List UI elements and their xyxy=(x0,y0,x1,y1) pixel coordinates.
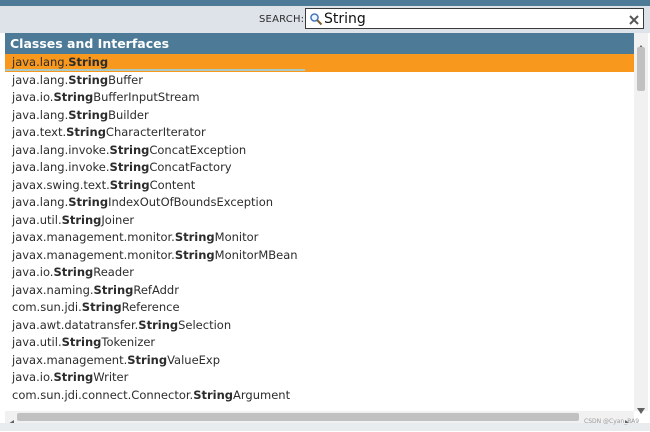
result-suffix: ConcatException xyxy=(149,142,247,157)
result-item[interactable]: java.util.StringTokenizer xyxy=(5,334,634,352)
result-prefix: java.util. xyxy=(12,212,62,227)
result-prefix: javax.management. xyxy=(12,352,128,367)
result-prefix: java.text. xyxy=(12,125,67,139)
result-match: String xyxy=(68,195,109,209)
result-match: String xyxy=(93,282,134,297)
result-prefix: javax.naming. xyxy=(12,282,94,297)
result-prefix: java.awt.datatransfer. xyxy=(12,317,139,332)
result-prefix: java.lang. xyxy=(12,55,69,69)
search-bar: SEARCH: xyxy=(0,6,650,33)
result-item[interactable]: javax.management.monitor.StringMonitorMB… xyxy=(5,247,634,265)
watermark: CSDN @Cyan_RA9 xyxy=(584,418,640,425)
vertical-scroll-thumb[interactable] xyxy=(637,47,645,91)
result-match: String xyxy=(53,265,94,279)
result-match: String xyxy=(109,177,150,192)
result-item[interactable]: javax.management.monitor.StringMonitor xyxy=(5,229,634,247)
category-header: Classes and Interfaces xyxy=(5,33,634,54)
result-suffix: ValueExp xyxy=(167,352,221,367)
result-match: String xyxy=(81,300,122,314)
result-prefix: java.io. xyxy=(12,370,54,384)
result-item[interactable]: java.text.StringCharacterIterator xyxy=(5,124,634,142)
bottom-strip xyxy=(0,423,650,431)
search-box[interactable] xyxy=(305,8,644,29)
result-match: String xyxy=(193,387,234,402)
result-suffix: Selection xyxy=(178,317,232,332)
result-item[interactable]: com.sun.jdi.StringReference xyxy=(5,299,634,317)
result-prefix: javax.management.monitor. xyxy=(12,247,175,262)
clear-icon[interactable] xyxy=(627,12,641,26)
result-suffix: CharacterIterator xyxy=(105,125,206,139)
result-suffix: BufferInputStream xyxy=(93,90,200,104)
result-match: String xyxy=(66,125,106,139)
result-item[interactable]: javax.naming.StringRefAddr xyxy=(5,282,634,300)
result-item[interactable]: javax.management.StringValueExp xyxy=(5,352,634,370)
result-suffix: Writer xyxy=(93,370,129,384)
result-suffix: Tokenizer xyxy=(101,335,156,349)
selection-underline xyxy=(5,69,305,71)
result-match: String xyxy=(68,72,109,87)
result-match: String xyxy=(68,55,109,69)
search-input[interactable] xyxy=(324,10,614,27)
result-suffix: RefAddr xyxy=(133,282,179,297)
result-suffix: Monitor xyxy=(214,230,259,244)
result-item[interactable]: java.lang.StringBuilder xyxy=(5,107,634,125)
result-match: String xyxy=(174,247,215,262)
result-suffix: Argument xyxy=(233,387,291,402)
result-suffix: ConcatFactory xyxy=(149,160,232,174)
result-item[interactable]: com.sun.jdi.connect.Connector.StringArgu… xyxy=(5,387,634,405)
result-suffix: Buffer xyxy=(108,72,143,87)
result-prefix: java.lang. xyxy=(12,195,69,209)
result-prefix: javax.management.monitor. xyxy=(12,230,175,244)
result-match: String xyxy=(61,212,102,227)
result-suffix: IndexOutOfBoundsException xyxy=(108,195,274,209)
result-item[interactable]: java.lang.StringIndexOutOfBoundsExceptio… xyxy=(5,194,634,212)
result-item[interactable]: java.util.StringJoiner xyxy=(5,212,634,230)
result-prefix: java.lang. xyxy=(12,72,69,87)
result-prefix: java.lang.invoke. xyxy=(12,142,110,157)
result-match: String xyxy=(127,352,168,367)
result-suffix: Content xyxy=(149,177,196,192)
result-suffix: Reader xyxy=(93,265,134,279)
result-match: String xyxy=(68,107,109,122)
result-suffix: MonitorMBean xyxy=(214,247,298,262)
vertical-scrollbar[interactable] xyxy=(634,33,648,414)
result-prefix: java.util. xyxy=(12,335,62,349)
search-results-dropdown: Classes and Interfaces java.lang.String j… xyxy=(5,33,634,411)
result-item[interactable]: java.io.StringWriter xyxy=(5,369,634,387)
result-prefix: java.io. xyxy=(12,265,54,279)
horizontal-scrollbar[interactable] xyxy=(5,411,634,428)
result-match: String xyxy=(53,370,94,384)
result-prefix: com.sun.jdi.connect.Connector. xyxy=(12,387,194,402)
scroll-down-icon[interactable] xyxy=(637,399,645,418)
result-prefix: javax.swing.text. xyxy=(12,177,110,192)
search-icon xyxy=(309,11,323,26)
horizontal-scroll-thumb[interactable] xyxy=(17,413,579,421)
result-match: String xyxy=(53,90,94,104)
result-item[interactable]: java.lang.StringBuffer xyxy=(5,72,634,90)
result-item[interactable]: java.io.StringBufferInputStream xyxy=(5,89,634,107)
result-suffix: Reference xyxy=(121,300,180,314)
result-item[interactable]: java.io.StringReader xyxy=(5,264,634,282)
result-match: String xyxy=(174,230,215,244)
result-match: String xyxy=(138,317,179,332)
search-label: SEARCH: xyxy=(259,14,305,25)
result-prefix: java.io. xyxy=(12,90,54,104)
result-prefix: java.lang.invoke. xyxy=(12,160,110,174)
result-item[interactable]: java.awt.datatransfer.StringSelection xyxy=(5,317,634,335)
result-item[interactable]: java.lang.invoke.StringConcatFactory xyxy=(5,159,634,177)
result-prefix: com.sun.jdi. xyxy=(12,300,82,314)
results-list: java.lang.String java.lang.StringBuffer ja… xyxy=(5,54,634,404)
result-item[interactable]: java.lang.invoke.StringConcatException xyxy=(5,142,634,160)
result-match: String xyxy=(109,142,150,157)
result-item[interactable]: javax.swing.text.StringContent xyxy=(5,177,634,195)
result-match: String xyxy=(109,160,150,174)
result-suffix: Joiner xyxy=(101,212,135,227)
result-prefix: java.lang. xyxy=(12,107,69,122)
result-suffix: Builder xyxy=(108,107,149,122)
result-match: String xyxy=(61,335,102,349)
